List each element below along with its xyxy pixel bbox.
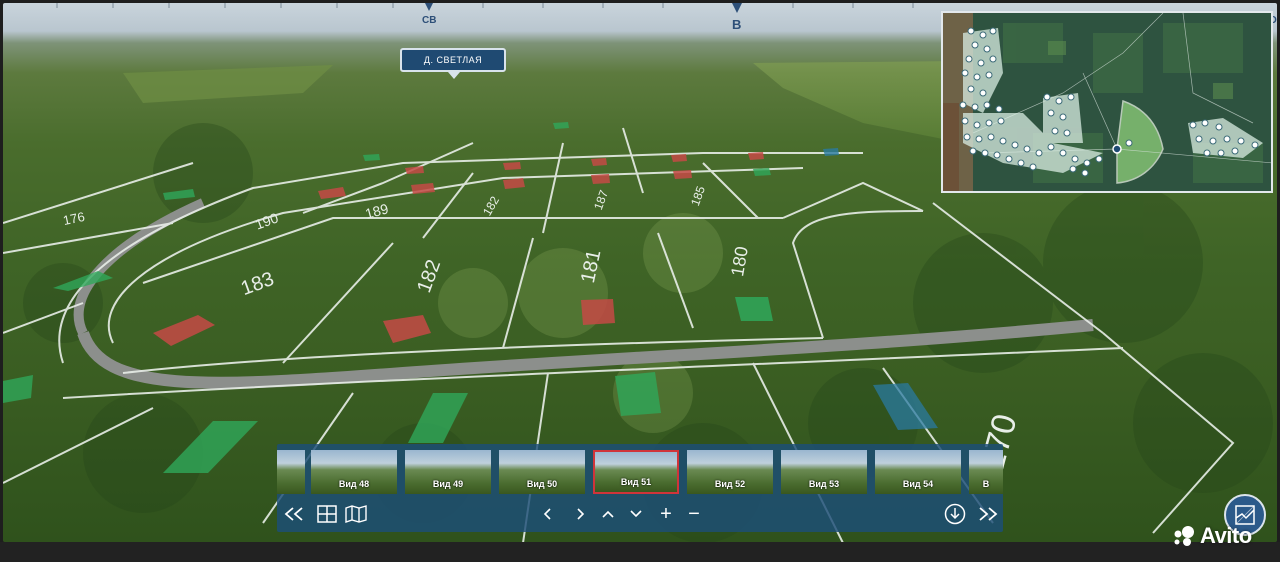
view-selector-panel: Вид 48 Вид 49 Вид 50 Вид 51 Вид 52 Вид 5… [277, 444, 1003, 532]
chevron-up-icon [602, 510, 614, 518]
view-thumbnail[interactable]: Вид 50 [499, 450, 585, 494]
grid-icon [317, 505, 337, 523]
view-thumbnail[interactable]: В [969, 450, 1003, 494]
view-thumbnail[interactable]: Вид 54 [875, 450, 961, 494]
tilt-up-button[interactable] [599, 501, 617, 527]
view-thumbnails: Вид 48 Вид 49 Вид 50 Вид 51 Вид 52 Вид 5… [277, 448, 1003, 496]
chevron-down-icon [630, 510, 642, 518]
prev-view-button[interactable] [539, 501, 557, 527]
rewind-button[interactable] [281, 501, 307, 527]
map-icon [345, 505, 367, 523]
download-button[interactable] [943, 501, 967, 527]
avito-watermark: Avito [1172, 523, 1252, 548]
panorama-controls: + − [277, 499, 1003, 529]
panorama-viewport[interactable]: 180 181 182 183 189 190 176 170 185 182 … [3, 3, 1277, 542]
avito-logo-icon [1174, 526, 1194, 546]
village-pin-icon [448, 72, 460, 79]
rewind-icon [284, 507, 303, 521]
chevron-left-icon [543, 508, 551, 520]
grid-view-button[interactable] [315, 501, 339, 527]
fast-forward-icon [979, 507, 998, 521]
village-label[interactable]: Д. СВЕТЛАЯ [400, 48, 506, 72]
view-thumbnail[interactable]: Вид 53 [781, 450, 867, 494]
fast-forward-button[interactable] [975, 501, 1001, 527]
compass-ne-label: СВ [422, 15, 437, 26]
minimap-image [943, 13, 1271, 191]
download-icon [944, 503, 966, 525]
view-thumbnail[interactable]: Вид 49 [405, 450, 491, 494]
compass-e-label: В [732, 17, 742, 32]
chevron-right-icon [577, 508, 585, 520]
view-thumbnail[interactable] [277, 450, 305, 494]
view-thumbnail[interactable]: Вид 52 [687, 450, 773, 494]
zoom-in-button[interactable]: + [657, 501, 675, 527]
bottom-bar [0, 542, 1280, 562]
map-view-button[interactable] [343, 501, 369, 527]
view-thumbnail-active[interactable]: Вид 51 [593, 450, 679, 494]
tilt-down-button[interactable] [627, 501, 645, 527]
minimap[interactable] [941, 11, 1273, 193]
avito-wordmark: Avito [1200, 523, 1252, 548]
zoom-out-button[interactable]: − [685, 501, 703, 527]
view-thumbnail[interactable]: Вид 48 [311, 450, 397, 494]
next-view-button[interactable] [571, 501, 589, 527]
